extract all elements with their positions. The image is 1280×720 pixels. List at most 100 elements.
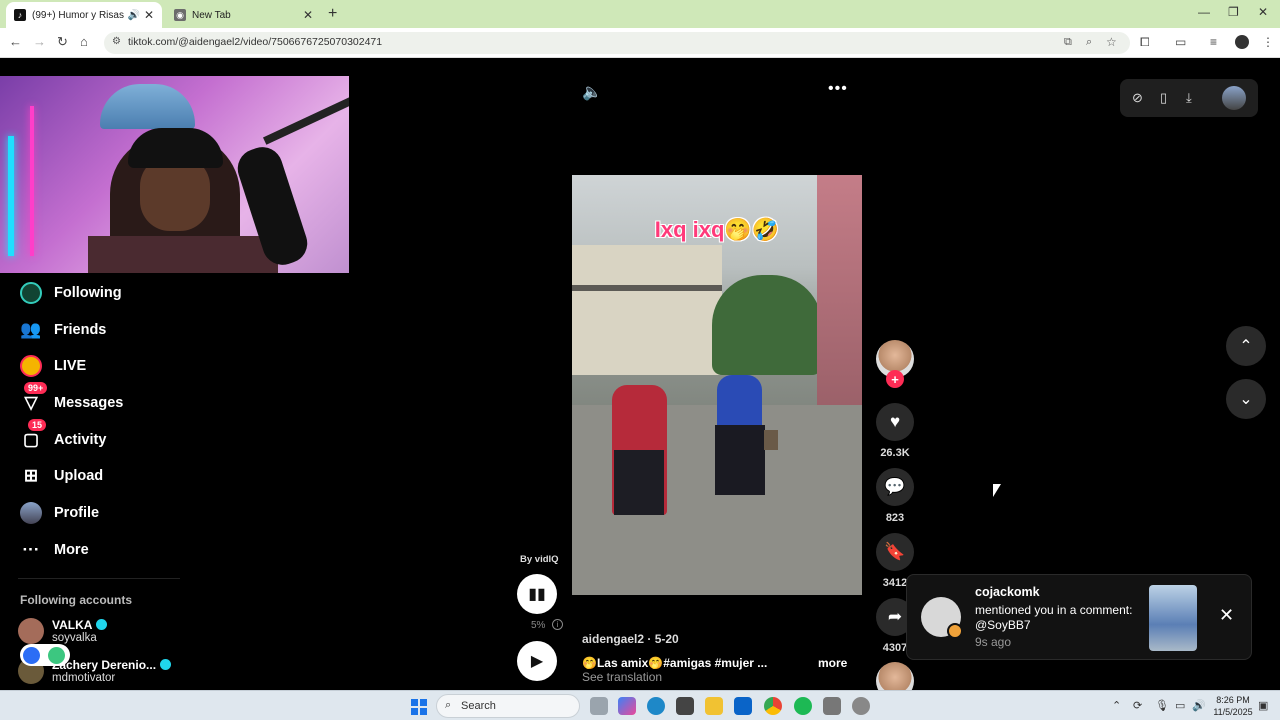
tab-title: New Tab (192, 9, 231, 21)
see-translation-link[interactable]: See translation (582, 670, 662, 684)
chrome-favicon-icon: ◉ (174, 9, 186, 21)
chevron-up-icon: ⌃ (1239, 338, 1253, 355)
tab-close-icon[interactable]: ✕ (303, 8, 313, 22)
store-icon[interactable] (676, 697, 694, 715)
browser-menu-icon[interactable]: ⋮ (1262, 35, 1274, 49)
search-icon: ⌕ (445, 699, 452, 711)
mouse-cursor (993, 484, 1001, 497)
tab-tiktok[interactable]: ♪ (99+) Humor y Risas entre Amigas 🔊 ✕ (6, 2, 162, 28)
neon-light (30, 106, 34, 256)
tab-search-icon[interactable]: ▭ (1175, 35, 1186, 49)
profile-avatar (18, 500, 44, 526)
sidebar-item-label: More (54, 542, 89, 558)
vidiq-stats-button[interactable]: ▮▮ (517, 574, 557, 614)
install-app-icon[interactable]: ⧉ (1064, 36, 1072, 49)
app-icon[interactable] (852, 697, 870, 715)
account-item-valka[interactable]: VALKA soyvalka (18, 618, 108, 644)
sidebar-item-label: Profile (54, 505, 100, 521)
zoom-icon[interactable]: ⌕ (1086, 36, 1092, 49)
download-icon[interactable]: ⤓ (1186, 90, 1192, 106)
tab-close-icon[interactable]: ✕ (144, 8, 154, 22)
media-controls-icon[interactable]: ≡ (1210, 35, 1217, 49)
clock-date: 11/5/2025 (1213, 707, 1253, 717)
sidebar-item-label: Upload (54, 468, 104, 484)
system-clock[interactable]: 8:26 PM 11/5/2025 (1210, 694, 1256, 718)
taskbar-search[interactable]: ⌕ Search (436, 694, 580, 718)
task-view-icon[interactable] (590, 697, 608, 715)
next-video-button[interactable]: ⌄ (1226, 379, 1266, 419)
get-app-icon[interactable]: ▯ (1160, 90, 1167, 106)
mention-notification[interactable]: cojackomk mentioned you in a comment: @S… (906, 574, 1252, 660)
coins-icon[interactable]: ⊘ (1132, 90, 1143, 106)
search-label: Search (461, 700, 496, 712)
reload-icon[interactable]: ↻ (57, 34, 68, 50)
vidiq-percent: 5% (531, 620, 546, 631)
tab-audio-icon[interactable]: 🔊 (127, 10, 139, 21)
back-icon[interactable]: ← (9, 34, 22, 49)
messages-icon: ▽ 99+ (18, 382, 48, 416)
network-icon[interactable]: ▭ (1175, 699, 1185, 712)
comment-button[interactable]: 💬 (876, 468, 914, 506)
follow-plus-icon[interactable]: + (886, 370, 904, 388)
power-icon[interactable] (48, 646, 65, 664)
save-button[interactable]: 🔖 (876, 533, 914, 571)
by-vidiq-label: By vidIQ (520, 554, 559, 565)
info-icon[interactable]: i (552, 619, 563, 630)
more-link[interactable]: more (818, 656, 847, 670)
file-explorer-icon[interactable] (705, 697, 723, 715)
bookmark-star-icon[interactable]: ☆ (1106, 35, 1117, 49)
forward-icon[interactable]: → (33, 34, 46, 49)
volume-icon[interactable]: 🔈 (582, 82, 602, 102)
vidiq-floating-toggle[interactable] (20, 644, 70, 666)
chevron-up-icon[interactable]: ⌃ (1112, 699, 1121, 712)
tab-new-tab[interactable]: ◉ New Tab ✕ (166, 2, 321, 28)
video-author-line[interactable]: aidengael2 · 5-20 (582, 632, 679, 646)
profile-avatar-icon[interactable] (1235, 35, 1249, 49)
copilot-icon[interactable] (618, 697, 636, 715)
sidebar-item-friends[interactable]: 👥 Friends (18, 315, 106, 345)
outlook-icon[interactable] (734, 697, 752, 715)
sidebar-item-messages[interactable]: ▽ 99+ Messages (18, 382, 123, 418)
microphone-icon[interactable]: 🎙 (1155, 699, 1169, 712)
account-name: VALKA (52, 618, 93, 632)
previous-video-button[interactable]: ⌃ (1226, 326, 1266, 366)
close-icon[interactable]: ✕ (1219, 605, 1234, 626)
play-button[interactable]: ▶ (517, 641, 557, 681)
xbox-icon[interactable] (823, 697, 841, 715)
extensions-icon[interactable]: ⧠ (1140, 35, 1150, 50)
sidebar-item-following[interactable]: Following (18, 278, 122, 308)
account-handle: mdmotivator (52, 672, 116, 684)
windows-start-icon[interactable] (411, 699, 427, 715)
home-icon[interactable]: ⌂ (80, 34, 88, 49)
sidebar-item-more[interactable]: ··· More (18, 535, 89, 565)
edge-icon[interactable] (647, 697, 665, 715)
user-avatar[interactable] (1222, 86, 1246, 110)
account-handle: soyvalka (52, 632, 97, 644)
spotify-icon[interactable] (794, 697, 812, 715)
new-tab-plus-icon[interactable]: + (328, 5, 337, 23)
more-icon: ··· (22, 540, 40, 559)
sidebar-item-live[interactable]: LIVE (18, 351, 86, 381)
sync-icon[interactable]: ⟳ (1133, 699, 1142, 712)
window-close-icon[interactable]: ✕ (1258, 5, 1268, 19)
sidebar-item-upload[interactable]: ⊞ Upload (18, 461, 103, 491)
like-button[interactable]: ♥ (876, 403, 914, 441)
sidebar-item-profile[interactable]: Profile (18, 498, 99, 528)
more-options-icon[interactable]: ••• (828, 80, 848, 98)
chrome-icon[interactable] (764, 697, 782, 715)
maximize-icon[interactable]: ❐ (1228, 5, 1239, 19)
notification-thumbnail[interactable] (1149, 585, 1197, 651)
dog (764, 430, 778, 450)
minimize-icon[interactable]: — (1198, 5, 1210, 19)
tiktok-page: Following 👥 Friends LIVE ▽ 99+ Messages ▢… (0, 58, 1280, 690)
browser-toolbar: ← → ↻ ⌂ ⚙ tiktok.com/@aidengael2/video/7… (0, 28, 1280, 58)
creator-avatar-next[interactable] (876, 662, 914, 690)
address-bar[interactable]: ⚙ tiktok.com/@aidengael2/video/750667672… (104, 32, 1130, 54)
site-info-icon[interactable]: ⚙ (112, 36, 121, 47)
streamer-cap (128, 128, 223, 168)
webcam-overlay (0, 76, 349, 273)
speaker-icon[interactable]: 🔊 (1192, 699, 1206, 712)
video-player[interactable]: Ixq ixq🤭🤣 (572, 175, 862, 595)
sidebar-item-activity[interactable]: ▢ 15 Activity (18, 419, 106, 455)
notifications-icon[interactable]: ▣ (1258, 699, 1268, 712)
